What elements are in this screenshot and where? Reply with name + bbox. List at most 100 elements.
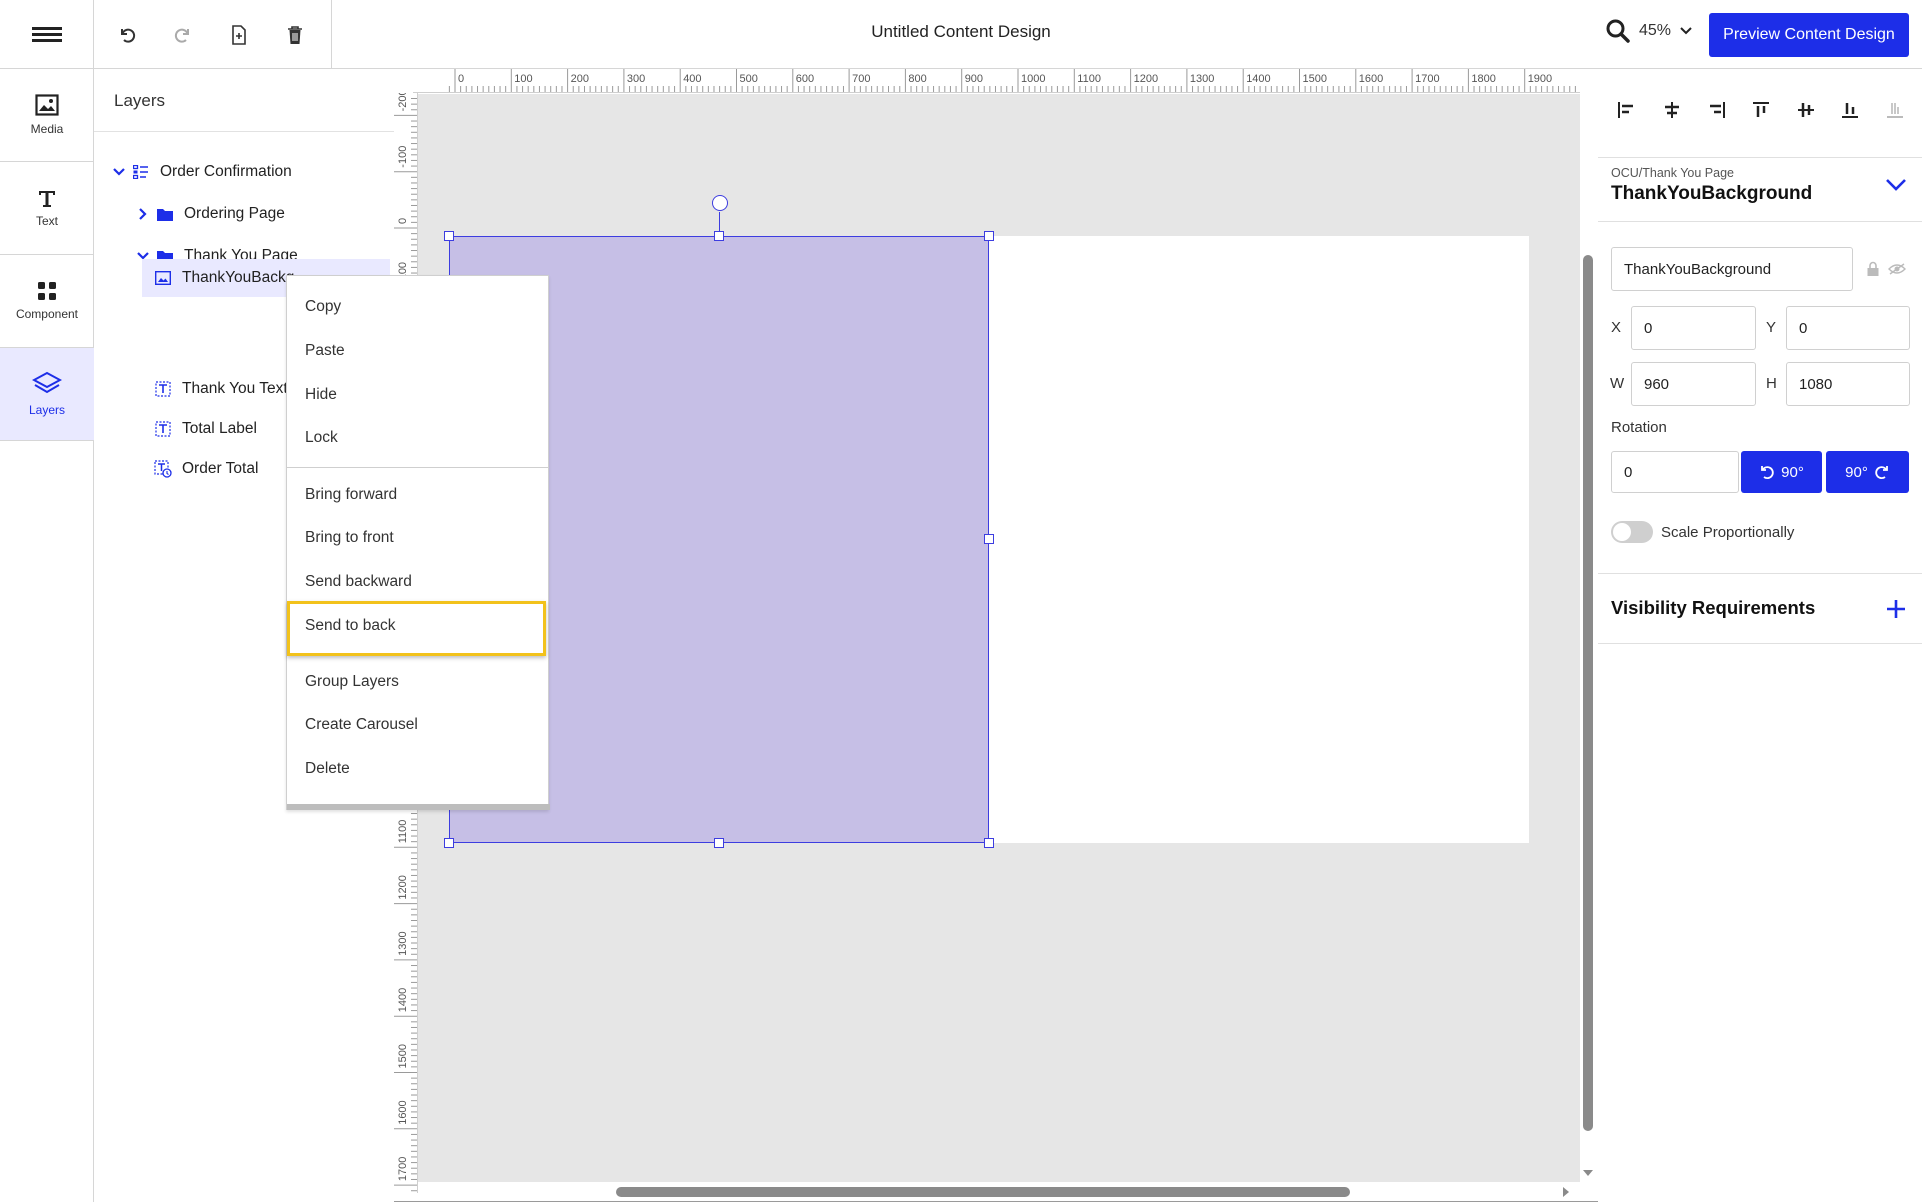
rotation-input[interactable]: 0	[1611, 451, 1739, 493]
layer-thank-you-text[interactable]: Thank You Text	[152, 371, 288, 407]
horizontal-ruler[interactable]: 0 100 200 300 400 500 600 700 800 900 1000 1100 1200…	[413, 69, 1580, 93]
ruler-label: 1200	[397, 875, 409, 899]
rail-item-layers[interactable]: Layers	[0, 348, 94, 441]
resize-handle-s[interactable]	[714, 838, 724, 848]
context-menu: Copy Paste Hide Lock Bring forward Bring…	[286, 275, 550, 810]
top-toolbar: Untitled Content Design 45% Preview Cont…	[0, 0, 1922, 69]
resize-handle-sw[interactable]	[444, 838, 454, 848]
new-page-icon[interactable]	[228, 24, 250, 46]
ruler-label: 200	[571, 73, 589, 85]
align-left-icon[interactable]	[1616, 99, 1638, 121]
chevron-down-icon	[1680, 27, 1692, 35]
width-input[interactable]: 960	[1631, 362, 1756, 406]
menu-item-hide[interactable]: Hide	[305, 381, 530, 409]
layer-order-confirmation[interactable]: Order Confirmation	[108, 154, 292, 190]
scroll-right-arrow-icon[interactable]	[1561, 1185, 1571, 1199]
ruler-label: -200	[397, 93, 409, 111]
ruler-label: 1700	[1415, 73, 1439, 85]
resize-handle-nw[interactable]	[444, 231, 454, 241]
trash-icon[interactable]	[284, 24, 306, 46]
rotate-ccw-label: 90°	[1781, 463, 1804, 481]
align-right-icon[interactable]	[1705, 99, 1727, 121]
ruler-label: 300	[627, 73, 645, 85]
horizontal-scrollbar-thumb[interactable]	[616, 1187, 1350, 1197]
rotate-cw-label: 90°	[1845, 463, 1868, 481]
menu-item-paste[interactable]: Paste	[305, 337, 530, 365]
height-input[interactable]: 1080	[1786, 362, 1910, 406]
selected-layer-name: ThankYouBackground	[1611, 183, 1813, 204]
dynamic-text-icon	[152, 460, 174, 478]
redo-icon[interactable]	[172, 24, 194, 46]
align-bottom-icon[interactable]	[1839, 99, 1861, 121]
resize-handle-se[interactable]	[984, 838, 994, 848]
resize-handle-n[interactable]	[714, 231, 724, 241]
y-label: Y	[1766, 319, 1777, 336]
scale-proportionally-toggle[interactable]	[1611, 521, 1653, 543]
menu-item-delete[interactable]: Delete	[305, 755, 530, 783]
grid-icon	[38, 282, 56, 300]
menu-item-copy[interactable]: Copy	[305, 293, 530, 321]
rotate-ccw-button[interactable]: 90°	[1741, 451, 1822, 493]
ruler-label: 900	[965, 73, 983, 85]
ruler-label: 1600	[1359, 73, 1383, 85]
rotation-handle[interactable]	[712, 195, 728, 211]
align-center-horizontal-icon[interactable]	[1661, 99, 1683, 121]
resize-handle-ne[interactable]	[984, 231, 994, 241]
text-layer-icon	[152, 421, 174, 437]
layer-label: Order Confirmation	[160, 163, 292, 180]
preview-button[interactable]: Preview Content Design	[1709, 13, 1909, 57]
layer-total-label[interactable]: Total Label	[152, 411, 257, 447]
edit-tools	[94, 0, 332, 69]
menu-item-group-layers[interactable]: Group Layers	[305, 668, 530, 696]
align-middle-vertical-icon[interactable]	[1795, 99, 1817, 121]
rail-item-text[interactable]: Text	[0, 162, 94, 255]
rail-item-media[interactable]: Media	[0, 69, 94, 162]
y-input[interactable]: 0	[1786, 306, 1910, 350]
ruler-label: 1600	[397, 1100, 409, 1124]
document-title[interactable]: Untitled Content Design	[871, 22, 1051, 41]
plus-icon[interactable]	[1885, 598, 1907, 620]
undo-icon[interactable]	[116, 24, 138, 46]
layer-ordering-page[interactable]: Ordering Page	[132, 196, 285, 232]
ruler-label: 500	[740, 73, 758, 85]
x-input[interactable]: 0	[1631, 306, 1756, 350]
menu-button[interactable]	[0, 0, 94, 69]
ruler-label: 1900	[1528, 73, 1552, 85]
vertical-scrollbar-thumb[interactable]	[1583, 255, 1593, 1131]
scroll-down-arrow-icon[interactable]	[1581, 1168, 1595, 1178]
lock-icon[interactable]	[1866, 261, 1880, 277]
ruler-label: 1200	[1134, 73, 1158, 85]
rail-label: Media	[30, 122, 64, 136]
divider	[1598, 157, 1922, 158]
menu-shadow	[287, 804, 550, 810]
eye-icon[interactable]	[1888, 263, 1906, 275]
rail-label: Text	[35, 214, 58, 228]
align-top-icon[interactable]	[1750, 99, 1772, 121]
menu-item-send-backward[interactable]: Send backward	[305, 568, 530, 596]
layers-icon	[32, 371, 62, 394]
alignment-toolbar	[1616, 99, 1906, 121]
divider	[1598, 221, 1922, 222]
ruler-label: 1100	[397, 820, 409, 844]
search-icon	[1606, 19, 1630, 43]
chevron-down-icon[interactable]	[1885, 178, 1907, 192]
ruler-label: 800	[908, 73, 926, 85]
chevron-down-icon[interactable]	[108, 167, 130, 177]
menu-item-bring-to-front[interactable]: Bring to front	[305, 524, 530, 552]
ruler-label: 100	[514, 73, 532, 85]
resize-handle-e[interactable]	[984, 534, 994, 544]
layer-name-input[interactable]: ThankYouBackground	[1611, 247, 1853, 291]
layer-breadcrumb: OCU/Thank You Page	[1611, 166, 1734, 180]
rail-item-component[interactable]: Component	[0, 255, 94, 348]
rotate-cw-button[interactable]: 90°	[1826, 451, 1909, 493]
zoom-control[interactable]: 45%	[1605, 18, 1693, 44]
ruler-label: 1400	[1246, 73, 1270, 85]
distribute-icon[interactable]	[1884, 99, 1906, 121]
design-canvas[interactable]	[418, 94, 1580, 1182]
menu-item-bring-forward[interactable]: Bring forward	[305, 481, 530, 509]
chevron-right-icon[interactable]	[132, 207, 154, 221]
menu-item-create-carousel[interactable]: Create Carousel	[305, 711, 530, 739]
menu-item-lock[interactable]: Lock	[305, 424, 530, 452]
menu-item-send-to-back[interactable]: Send to back	[305, 612, 530, 640]
layer-order-total[interactable]: Order Total	[152, 451, 258, 487]
